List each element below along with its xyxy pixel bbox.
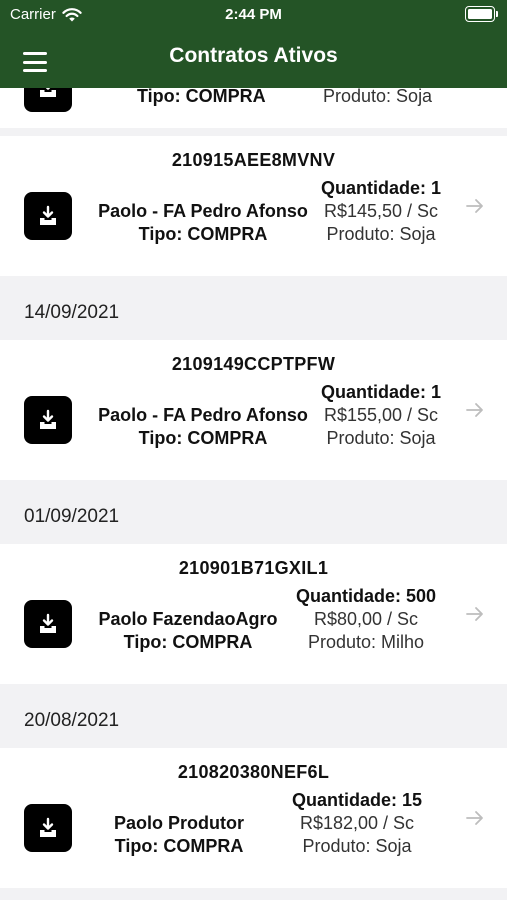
contract-code: 210901B71GXIL1: [178, 558, 329, 578]
date-section-header: 14/09/2021: [0, 288, 507, 338]
contract-quantity: Quantidade: 15: [291, 790, 423, 810]
contract-quantity: Quantidade: 1: [320, 382, 441, 402]
contract-type: Tipo: COMPRA: [114, 836, 244, 856]
clock: 2:44 PM: [225, 6, 282, 23]
app-header: Carrier 2:44 PM Contratos Ativos: [0, 0, 507, 88]
download-icon[interactable]: [24, 192, 72, 240]
contract-code: 210915AEE8MVNV: [171, 150, 336, 170]
contract-price: R$182,00 / Sc: [299, 813, 415, 833]
contracts-list[interactable]: Tipo: COMPRA Produto: Soja 210915AEE8MVN…: [0, 88, 507, 900]
contract-price: R$80,00 / Sc: [313, 609, 419, 629]
contract-name: Paolo FazendaoAgro: [98, 609, 278, 629]
contract-card[interactable]: 2109149CCPTPFW Paolo - FA Pedro Afonso T…: [0, 340, 507, 480]
date-section-header: 20/08/2021: [0, 696, 507, 746]
contract-type: Tipo: COMPRA: [138, 224, 268, 244]
download-icon[interactable]: [24, 88, 72, 112]
contract-quantity: Quantidade: 500: [295, 586, 437, 606]
contract-product: Produto: Soja: [326, 428, 436, 448]
download-icon[interactable]: [24, 600, 72, 648]
download-icon[interactable]: [24, 396, 72, 444]
arrow-right-icon[interactable]: [465, 808, 485, 828]
contract-product: Produto: Soja: [326, 224, 436, 244]
contract-party: Paolo - FA Pedro Afonso Tipo: COMPRA: [88, 200, 318, 246]
contract-party: Paolo FazendaoAgro Tipo: COMPRA: [73, 608, 303, 654]
contract-details: Quantidade: 1 R$145,50 / Sc Produto: Soj…: [286, 177, 476, 246]
contract-details: Quantidade: 500 R$80,00 / Sc Produto: Mi…: [271, 585, 461, 654]
arrow-right-icon[interactable]: [465, 196, 485, 216]
contract-code: 2109149CCPTPFW: [171, 354, 336, 374]
contract-price: R$145,50 / Sc: [323, 201, 439, 221]
contract-details: Quantidade: 15 R$182,00 / Sc Produto: So…: [262, 789, 452, 858]
arrow-right-icon[interactable]: [465, 604, 485, 624]
contract-product: Produto: Milho: [307, 632, 425, 652]
contract-code: 210820380NEF6L: [177, 762, 330, 782]
contract-party: Paolo - FA Pedro Afonso Tipo: COMPRA: [88, 404, 318, 450]
contract-name: Paolo Produtor: [114, 813, 244, 833]
navigation-bar: Contratos Ativos: [0, 30, 507, 88]
contract-name: Paolo - FA Pedro Afonso: [98, 405, 308, 425]
contract-quantity: Quantidade: 1: [320, 178, 441, 198]
contract-party: Paolo Produtor Tipo: COMPRA: [64, 812, 294, 858]
contract-price: R$155,00 / Sc: [323, 405, 439, 425]
contract-card[interactable]: 210820380NEF6L Paolo Produtor Tipo: COMP…: [0, 748, 507, 888]
contract-name: Paolo - FA Pedro Afonso: [98, 201, 308, 221]
contract-card-partial[interactable]: Tipo: COMPRA Produto: Soja: [0, 88, 507, 128]
arrow-right-icon[interactable]: [465, 400, 485, 420]
date-section-header: 01/09/2021: [0, 492, 507, 542]
contract-details: Quantidade: 1 R$155,00 / Sc Produto: Soj…: [286, 381, 476, 450]
contract-product: Produto: Soja: [323, 88, 433, 106]
contract-card[interactable]: 210915AEE8MVNV Paolo - FA Pedro Afonso T…: [0, 136, 507, 276]
battery-icon: [465, 6, 498, 22]
page-title: Contratos Ativos: [169, 44, 338, 67]
status-bar: Carrier 2:44 PM: [0, 0, 507, 30]
contract-product: Produto: Soja: [302, 836, 412, 856]
contract-type: Tipo: COMPRA: [123, 632, 253, 652]
contract-type: Tipo: COMPRA: [138, 428, 268, 448]
contract-type: Tipo: COMPRA: [137, 88, 266, 106]
contract-card[interactable]: 210901B71GXIL1 Paolo FazendaoAgro Tipo: …: [0, 544, 507, 684]
